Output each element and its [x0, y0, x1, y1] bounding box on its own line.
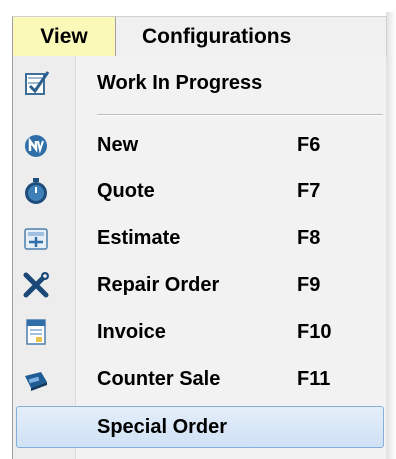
menu-item-quote[interactable]: Quote F7: [13, 172, 387, 210]
menu-item-label: Special Order: [97, 415, 228, 438]
menu-item-label: New: [97, 133, 139, 156]
menu-separator: [97, 114, 383, 116]
menu-icon-column: [13, 56, 76, 459]
menu-item-shortcut: F9: [297, 273, 321, 296]
menu-item-label: Estimate: [97, 226, 181, 249]
menu-item-work-in-progress[interactable]: Work In Progress: [13, 64, 387, 102]
clipboard-check-icon: [21, 68, 51, 98]
cash-register-icon: [21, 364, 51, 394]
menu-item-shortcut: F8: [297, 226, 321, 249]
menu-item-shortcut: F6: [297, 133, 321, 156]
window-shadow: [386, 12, 396, 459]
menu-item-shortcut: F11: [297, 367, 331, 390]
menu-item-repair-order[interactable]: Repair Order F9: [13, 266, 387, 304]
invoice-icon: [21, 317, 51, 347]
menu-item-label: Counter Sale: [97, 367, 221, 390]
view-dropdown-menu: Work In Progress New F6 Quote F7 Estimat…: [12, 56, 386, 459]
menu-item-label: Invoice: [97, 320, 166, 343]
tools-icon: [21, 270, 51, 300]
menu-configurations[interactable]: Configurations: [142, 17, 291, 57]
new-badge-icon: [21, 130, 51, 160]
stopwatch-icon: [21, 176, 51, 206]
menu-view[interactable]: View: [12, 17, 116, 57]
menu-item-counter-sale[interactable]: Counter Sale F11: [13, 360, 387, 398]
menu-item-label: Quote: [97, 179, 155, 202]
menu-item-shortcut: F10: [297, 320, 332, 343]
menu-item-shortcut: F7: [297, 179, 321, 202]
menu-item-label: Work In Progress: [97, 71, 263, 94]
calculator-icon: [21, 223, 51, 253]
menu-item-label: Repair Order: [97, 273, 220, 296]
menu-item-invoice[interactable]: Invoice F10: [13, 313, 387, 351]
menu-bar: View Configurations: [12, 16, 387, 57]
menu-item-estimate[interactable]: Estimate F8: [13, 219, 387, 257]
menu-item-new[interactable]: New F6: [13, 126, 387, 164]
menu-item-special-order[interactable]: Special Order: [16, 406, 384, 448]
